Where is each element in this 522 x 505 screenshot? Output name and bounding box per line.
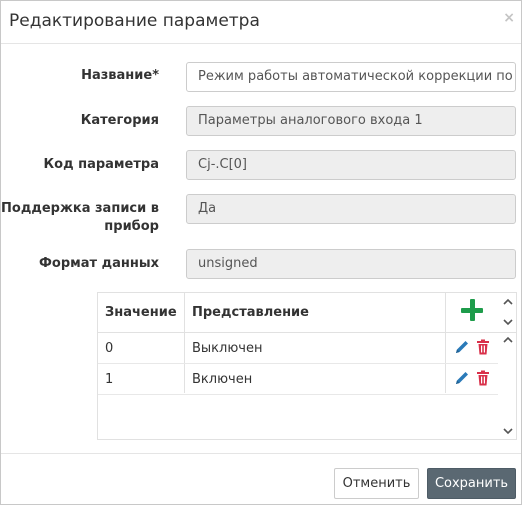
chevron-down-icon[interactable] xyxy=(500,316,516,328)
save-button[interactable]: Сохранить xyxy=(427,468,516,499)
dialog-title: Редактирование параметра xyxy=(9,11,260,31)
trash-icon[interactable] xyxy=(475,370,491,386)
row-actions xyxy=(454,339,491,357)
table-header: Значение Представление xyxy=(98,293,516,333)
header-representation: Представление xyxy=(192,305,309,320)
support-field: Да xyxy=(186,194,516,224)
table-row: 1 Включен xyxy=(98,364,498,395)
edit-parameter-dialog: Редактирование параметра × Название* Реж… xyxy=(0,0,522,505)
add-icon[interactable] xyxy=(459,297,487,325)
chevron-up-icon[interactable] xyxy=(500,334,516,346)
category-label: Категория xyxy=(80,113,159,128)
code-label: Код параметра xyxy=(43,157,159,172)
row-representation: Включен xyxy=(192,372,253,387)
format-field: unsigned xyxy=(186,249,516,279)
row-representation: Выключен xyxy=(192,341,263,356)
row-value: 1 xyxy=(105,372,114,387)
trash-icon[interactable] xyxy=(475,339,491,355)
chevron-down-icon[interactable] xyxy=(500,425,516,437)
pencil-icon[interactable] xyxy=(454,339,470,355)
support-label: Поддержка записи в прибор xyxy=(1,201,159,234)
row-actions xyxy=(454,370,491,388)
pencil-icon[interactable] xyxy=(454,370,470,386)
code-field: Cj-.C[0] xyxy=(186,150,516,180)
category-field: Параметры аналогового входа 1 xyxy=(186,106,516,136)
dialog-footer: Отменить Сохранить xyxy=(1,453,521,504)
row-value: 0 xyxy=(105,341,114,356)
header-value: Значение xyxy=(105,305,177,320)
values-table: Значение Представление 0 Выключен 1 Вклю… xyxy=(97,292,517,440)
close-icon[interactable]: × xyxy=(503,10,515,26)
name-label: Название* xyxy=(81,68,159,83)
dialog-header: Редактирование параметра × xyxy=(1,1,521,44)
table-row: 0 Выключен xyxy=(98,333,498,364)
name-input[interactable]: Режим работы автоматической коррекции по… xyxy=(186,62,516,92)
chevron-up-icon[interactable] xyxy=(500,296,516,308)
cancel-button[interactable]: Отменить xyxy=(334,468,419,499)
format-label: Формат данных xyxy=(39,256,159,271)
